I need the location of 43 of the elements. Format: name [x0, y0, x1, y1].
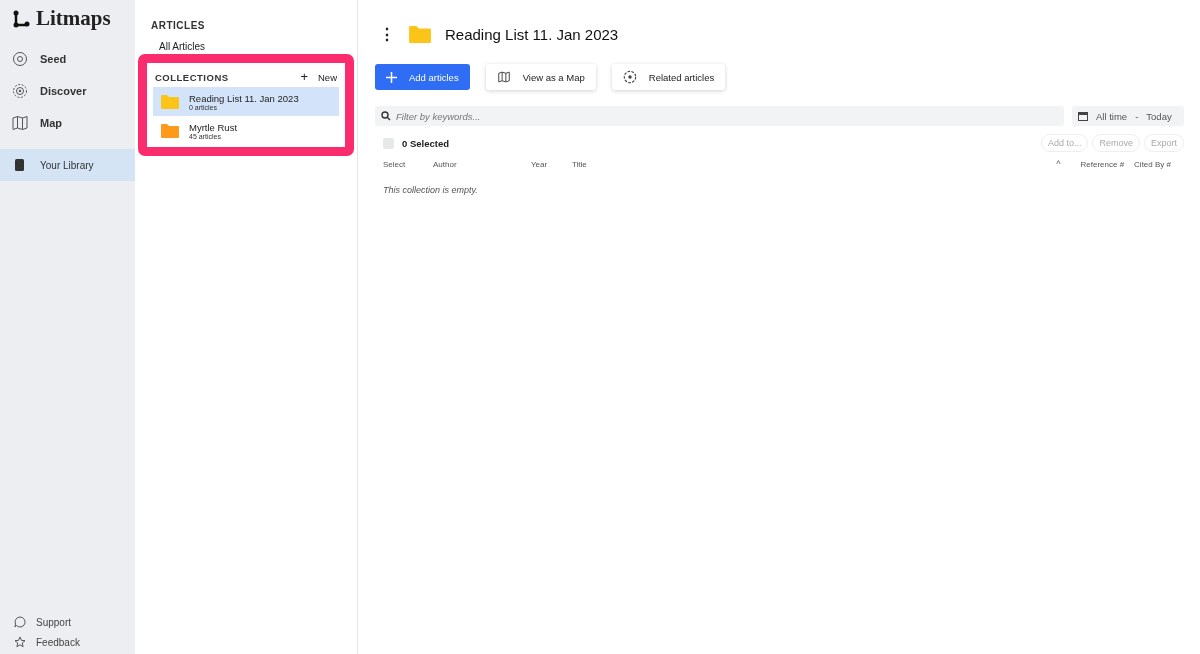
- related-articles-button[interactable]: Related articles: [611, 64, 726, 90]
- collection-name: Reading List 11. Jan 2023: [189, 92, 299, 104]
- seed-icon: [12, 51, 28, 67]
- column-header[interactable]: Cited By #: [1134, 159, 1171, 169]
- footer-link[interactable]: Feedback: [0, 632, 135, 652]
- calendar-icon: [1078, 111, 1088, 121]
- add-articles-button[interactable]: Add articles: [375, 64, 470, 90]
- column-header[interactable]: Year: [531, 159, 572, 169]
- target-icon: [622, 70, 637, 84]
- nav-item[interactable]: Seed: [0, 43, 135, 75]
- nav-item[interactable]: Your Library: [0, 149, 135, 181]
- all-articles-item[interactable]: All Articles: [159, 41, 341, 52]
- discover-icon: [12, 83, 28, 99]
- logo-icon: [12, 9, 30, 28]
- star-icon: [14, 636, 26, 648]
- new-collection-button[interactable]: + New: [300, 71, 337, 83]
- column-header[interactable]: Author: [433, 159, 531, 169]
- column-header[interactable]: Select: [383, 159, 433, 169]
- section-heading: COLLECTIONS: [155, 71, 229, 83]
- select-all-checkbox[interactable]: [383, 137, 394, 149]
- column-header[interactable]: Title: [572, 159, 587, 169]
- search-icon: [381, 111, 391, 121]
- filter-field[interactable]: Filter by keywords...: [375, 106, 1064, 126]
- date-range-picker[interactable]: All time - Today: [1072, 106, 1184, 126]
- footer-link[interactable]: Support: [0, 612, 135, 632]
- collection-title: Reading List 11. Jan 2023: [445, 25, 619, 43]
- plus-icon: [386, 71, 397, 83]
- empty-message: This collection is empty.: [383, 185, 479, 195]
- book-icon: [14, 158, 26, 172]
- chat-icon: [14, 616, 26, 628]
- sort-icon[interactable]: ^: [1056, 159, 1061, 169]
- nav-item[interactable]: Discover: [0, 75, 135, 107]
- section-heading: ARTICLES: [151, 20, 206, 31]
- map-icon: [496, 71, 511, 83]
- folder-icon: [409, 25, 431, 43]
- nav-item[interactable]: Map: [0, 107, 135, 139]
- menu-icon[interactable]: ⋮: [379, 24, 395, 44]
- app-name: Litmaps: [36, 6, 111, 31]
- column-header[interactable]: Reference #: [1080, 159, 1125, 169]
- map-icon: [12, 115, 28, 131]
- view-map-button[interactable]: View as a Map: [485, 64, 596, 90]
- selected-count: 0 Selected: [402, 137, 449, 149]
- collection-name: Myrtle Rust: [189, 121, 238, 133]
